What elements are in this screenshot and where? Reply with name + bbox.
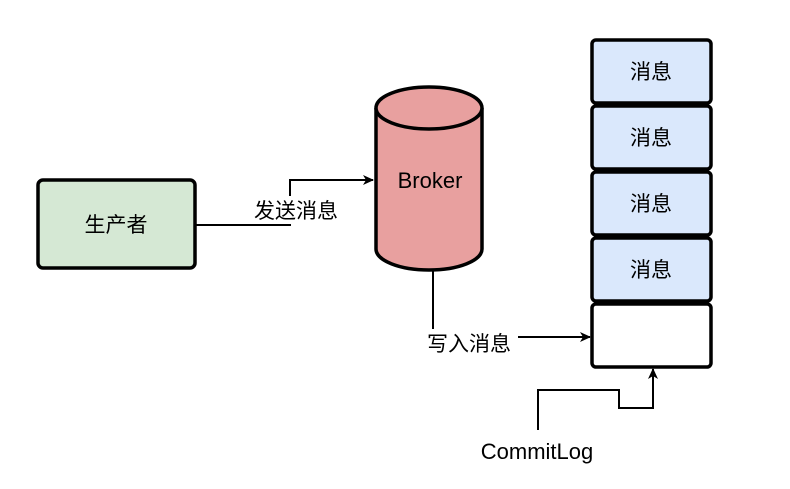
- broker-cylinder-top: [374, 85, 484, 131]
- write-edge: 写入消息: [418, 270, 591, 357]
- producer-node[interactable]: 生产者: [36, 178, 197, 270]
- message-slot[interactable]: 消息: [590, 236, 713, 303]
- commitlog-stack: 消息 消息 消息 消息: [590, 38, 713, 369]
- message-slot[interactable]: 消息: [590, 104, 713, 171]
- commitlog-connector: [537, 368, 658, 430]
- message-label: 消息: [630, 60, 672, 84]
- architecture-diagram: 生产者 发送消息 Broker 写入消息 消息 消息 消息 消息 CommitL…: [36, 38, 713, 464]
- commitlog-pointer: CommitLog: [481, 368, 658, 464]
- producer-label: 生产者: [85, 213, 148, 237]
- empty-slot[interactable]: [590, 302, 713, 369]
- message-label: 消息: [630, 192, 672, 216]
- broker-label: Broker: [398, 168, 463, 193]
- message-slot[interactable]: 消息: [590, 38, 713, 105]
- broker-node[interactable]: Broker: [374, 85, 484, 272]
- send-message-label: 发送消息: [254, 199, 338, 223]
- write-connector: [432, 270, 591, 342]
- send-edge: 发送消息: [195, 175, 374, 226]
- write-message-label: 写入消息: [427, 332, 511, 356]
- message-label: 消息: [630, 258, 672, 282]
- empty-slot-box: [590, 302, 713, 369]
- diagram-stage: 生产者 发送消息 Broker 写入消息 消息 消息 消息 消息 CommitL…: [0, 0, 790, 489]
- message-label: 消息: [630, 126, 672, 150]
- commitlog-label: CommitLog: [481, 439, 593, 464]
- message-slot[interactable]: 消息: [590, 170, 713, 237]
